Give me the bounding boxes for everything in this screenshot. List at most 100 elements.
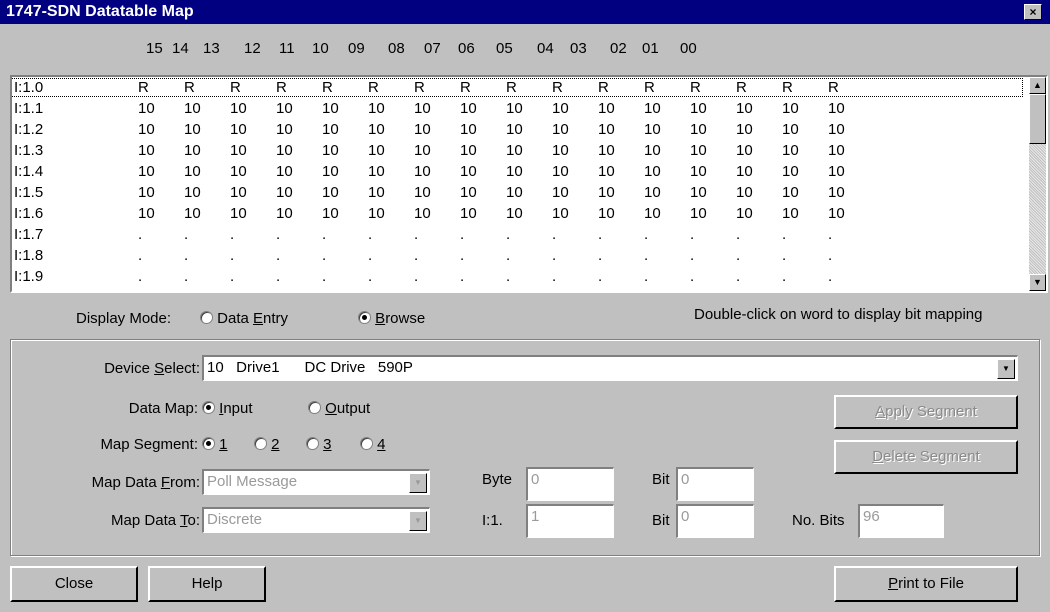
- table-cell[interactable]: 10: [552, 142, 569, 159]
- table-cell[interactable]: 10: [368, 142, 385, 159]
- table-cell[interactable]: .: [230, 247, 234, 264]
- table-cell[interactable]: .: [552, 247, 556, 264]
- table-cell[interactable]: .: [598, 268, 602, 285]
- data-entry-radio-icon[interactable]: [200, 311, 213, 324]
- table-cell[interactable]: 10: [644, 142, 661, 159]
- table-cell[interactable]: 10: [644, 205, 661, 222]
- table-cell[interactable]: 10: [598, 121, 615, 138]
- table-cell[interactable]: 10: [276, 142, 293, 159]
- table-cell[interactable]: 10: [736, 100, 753, 117]
- table-cell[interactable]: 10: [322, 205, 339, 222]
- device-select-dropdown[interactable]: 10 Drive1 DC Drive 590P ▼: [202, 355, 1018, 381]
- table-cell[interactable]: 10: [736, 142, 753, 159]
- table-cell[interactable]: .: [368, 226, 372, 243]
- table-cell[interactable]: 10: [138, 184, 155, 201]
- table-cell[interactable]: 10: [828, 121, 845, 138]
- table-cell[interactable]: 10: [138, 121, 155, 138]
- table-cell[interactable]: 10: [184, 205, 201, 222]
- table-cell[interactable]: .: [828, 268, 832, 285]
- scrollbar-thumb[interactable]: [1029, 94, 1046, 144]
- chevron-down-icon[interactable]: ▼: [997, 359, 1015, 379]
- table-cell[interactable]: 10: [460, 184, 477, 201]
- table-cell[interactable]: .: [368, 247, 372, 264]
- table-cell[interactable]: 10: [322, 184, 339, 201]
- table-cell[interactable]: .: [414, 247, 418, 264]
- table-cell[interactable]: 10: [690, 184, 707, 201]
- segment-radio-icon[interactable]: [202, 437, 215, 450]
- segment-radio-icon[interactable]: [360, 437, 373, 450]
- table-cell[interactable]: .: [782, 247, 786, 264]
- table-cell[interactable]: 10: [644, 121, 661, 138]
- table-cell[interactable]: 10: [782, 121, 799, 138]
- table-cell[interactable]: 10: [184, 121, 201, 138]
- table-cell[interactable]: 10: [368, 121, 385, 138]
- bit-from-field[interactable]: 0: [676, 467, 754, 501]
- table-cell[interactable]: 10: [828, 184, 845, 201]
- table-cell[interactable]: .: [782, 268, 786, 285]
- table-cell[interactable]: 10: [598, 100, 615, 117]
- table-cell[interactable]: 10: [552, 100, 569, 117]
- table-cell[interactable]: 10: [138, 142, 155, 159]
- table-cell[interactable]: .: [414, 268, 418, 285]
- table-cell[interactable]: 10: [598, 163, 615, 180]
- table-cell[interactable]: .: [276, 268, 280, 285]
- table-cell[interactable]: .: [736, 247, 740, 264]
- scroll-up-icon[interactable]: ▲: [1029, 77, 1046, 94]
- table-cell[interactable]: .: [598, 226, 602, 243]
- table-cell[interactable]: .: [644, 247, 648, 264]
- table-cell[interactable]: 10: [460, 142, 477, 159]
- table-cell[interactable]: 10: [598, 205, 615, 222]
- table-cell[interactable]: R: [414, 79, 425, 96]
- table-cell[interactable]: .: [506, 268, 510, 285]
- table-cell[interactable]: 10: [322, 100, 339, 117]
- table-cell[interactable]: .: [690, 268, 694, 285]
- input-radio-icon[interactable]: [202, 401, 215, 414]
- table-cell[interactable]: 10: [368, 100, 385, 117]
- table-cell[interactable]: .: [782, 226, 786, 243]
- table-cell[interactable]: 10: [690, 142, 707, 159]
- table-cell[interactable]: .: [506, 226, 510, 243]
- table-cell[interactable]: .: [736, 226, 740, 243]
- segment-radio-icon[interactable]: [306, 437, 319, 450]
- bit-to-field[interactable]: 0: [676, 504, 754, 538]
- table-cell[interactable]: 10: [736, 205, 753, 222]
- table-cell[interactable]: .: [644, 268, 648, 285]
- table-cell[interactable]: 10: [736, 121, 753, 138]
- table-cell[interactable]: .: [828, 226, 832, 243]
- print-to-file-button[interactable]: Print to File: [834, 566, 1018, 602]
- table-cell[interactable]: 10: [828, 205, 845, 222]
- vertical-scrollbar[interactable]: ▲ ▼: [1029, 77, 1046, 291]
- table-cell[interactable]: 10: [460, 205, 477, 222]
- table-cell[interactable]: 10: [598, 184, 615, 201]
- segment-radio-2[interactable]: 2: [254, 436, 280, 453]
- table-cell[interactable]: 10: [368, 184, 385, 201]
- table-cell[interactable]: 10: [828, 100, 845, 117]
- table-cell[interactable]: .: [460, 268, 464, 285]
- delete-segment-button[interactable]: Delete Segment: [834, 440, 1018, 474]
- table-cell[interactable]: .: [736, 268, 740, 285]
- table-cell[interactable]: R: [322, 79, 333, 96]
- map-data-from-dropdown[interactable]: Poll Message ▼: [202, 469, 430, 495]
- table-cell[interactable]: 10: [230, 121, 247, 138]
- input-radio[interactable]: Input: [202, 400, 253, 417]
- table-cell[interactable]: .: [598, 247, 602, 264]
- table-cell[interactable]: R: [690, 79, 701, 96]
- table-cell[interactable]: 10: [644, 163, 661, 180]
- table-cell[interactable]: .: [230, 268, 234, 285]
- table-cell[interactable]: 10: [414, 205, 431, 222]
- help-button[interactable]: Help: [148, 566, 266, 602]
- segment-radio-icon[interactable]: [254, 437, 267, 450]
- table-cell[interactable]: .: [414, 226, 418, 243]
- table-cell[interactable]: 10: [414, 142, 431, 159]
- table-cell[interactable]: 10: [230, 184, 247, 201]
- segment-radio-1[interactable]: 1: [202, 436, 228, 453]
- table-cell[interactable]: .: [460, 247, 464, 264]
- table-cell[interactable]: 10: [644, 100, 661, 117]
- table-cell[interactable]: R: [644, 79, 655, 96]
- table-cell[interactable]: 10: [276, 121, 293, 138]
- table-cell[interactable]: .: [184, 268, 188, 285]
- table-cell[interactable]: 10: [322, 142, 339, 159]
- table-cell[interactable]: .: [690, 247, 694, 264]
- table-cell[interactable]: 10: [506, 121, 523, 138]
- table-cell[interactable]: 10: [782, 100, 799, 117]
